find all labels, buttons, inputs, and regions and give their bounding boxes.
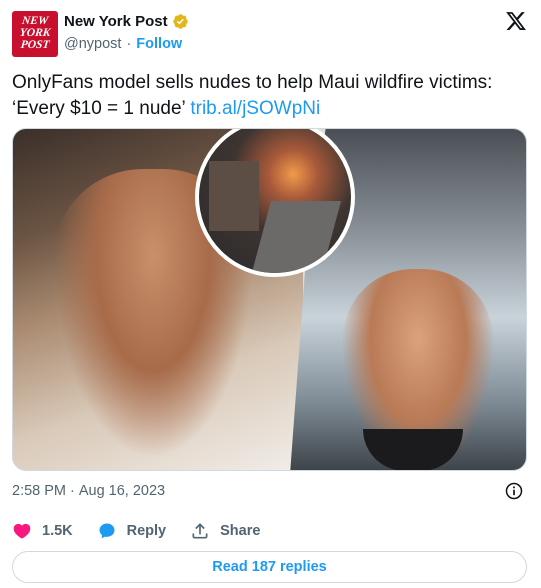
handle-separator: ·	[126, 36, 132, 52]
info-icon[interactable]	[504, 481, 524, 501]
share-button[interactable]: Share	[190, 521, 260, 541]
reply-label: Reply	[126, 523, 167, 539]
tweet-link[interactable]: trib.al/jSOWpNi	[190, 98, 320, 119]
x-logo-icon[interactable]	[505, 10, 527, 32]
heart-icon	[13, 523, 31, 539]
reply-button[interactable]: Reply	[97, 521, 167, 541]
tweet-header: NEW YORK POST New York Post @nypost · Fo…	[12, 10, 529, 58]
avatar[interactable]: NEW YORK POST	[12, 11, 58, 57]
tweet-timestamp[interactable]: 2:58 PM · Aug 16, 2023	[12, 483, 165, 499]
avatar-text-line-2: YORK	[19, 27, 52, 39]
read-replies-button[interactable]: Read 187 replies	[12, 551, 527, 583]
verified-badge-icon	[172, 14, 188, 29]
avatar-text-line-1: NEW	[21, 15, 49, 27]
inset-building	[209, 161, 259, 231]
like-count: 1.5K	[42, 523, 73, 539]
follow-button[interactable]: Follow	[136, 36, 182, 52]
handle-row: @nypost · Follow	[64, 36, 182, 52]
tweet-date: Aug 16, 2023	[78, 483, 166, 499]
reply-bubble-icon	[99, 523, 115, 539]
account-name[interactable]: New York Post	[64, 13, 168, 30]
avatar-text-line-3: POST	[20, 39, 51, 51]
timestamp-separator: ·	[70, 483, 75, 499]
like-button[interactable]: 1.5K	[12, 521, 73, 541]
read-replies-label: Read 187 replies	[212, 559, 327, 575]
tweet-text: OnlyFans model sells nudes to help Maui …	[12, 70, 529, 122]
account-handle[interactable]: @nypost	[64, 36, 121, 52]
share-label: Share	[220, 523, 261, 539]
name-row: New York Post	[64, 13, 189, 30]
tweet-actions: 1.5K Reply Share	[12, 519, 284, 543]
share-icon	[192, 523, 208, 539]
tweet-time: 2:58 PM	[12, 483, 66, 499]
tweet-media-image[interactable]	[12, 128, 527, 471]
